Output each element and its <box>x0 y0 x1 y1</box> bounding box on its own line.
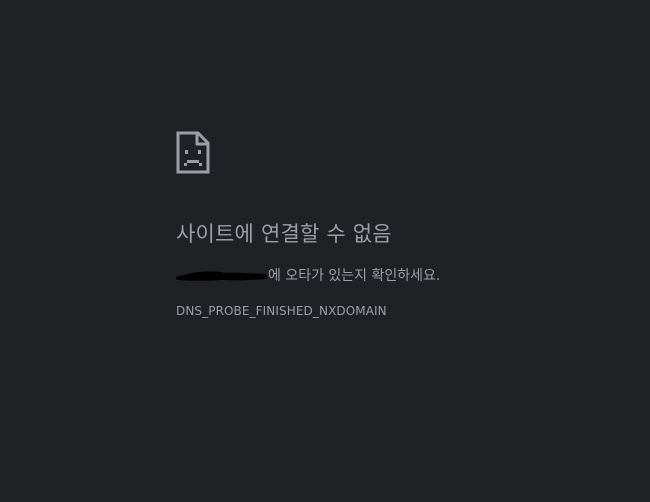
error-message-text: 에 오타가 있는지 확인하세요. <box>268 268 441 284</box>
error-page: 사이트에 연결할 수 없음 에 오타가 있는지 확인하세요. DNS_PROBE… <box>0 0 650 502</box>
error-code: DNS_PROBE_FINISHED_NXDOMAIN <box>176 304 387 318</box>
error-message: 에 오타가 있는지 확인하세요. <box>176 267 596 285</box>
page-title: 사이트에 연결할 수 없음 <box>176 222 392 246</box>
redacted-domain <box>176 268 267 284</box>
sad-page-icon <box>176 131 210 174</box>
error-content: 사이트에 연결할 수 없음 에 오타가 있는지 확인하세요. DNS_PROBE… <box>176 131 596 319</box>
